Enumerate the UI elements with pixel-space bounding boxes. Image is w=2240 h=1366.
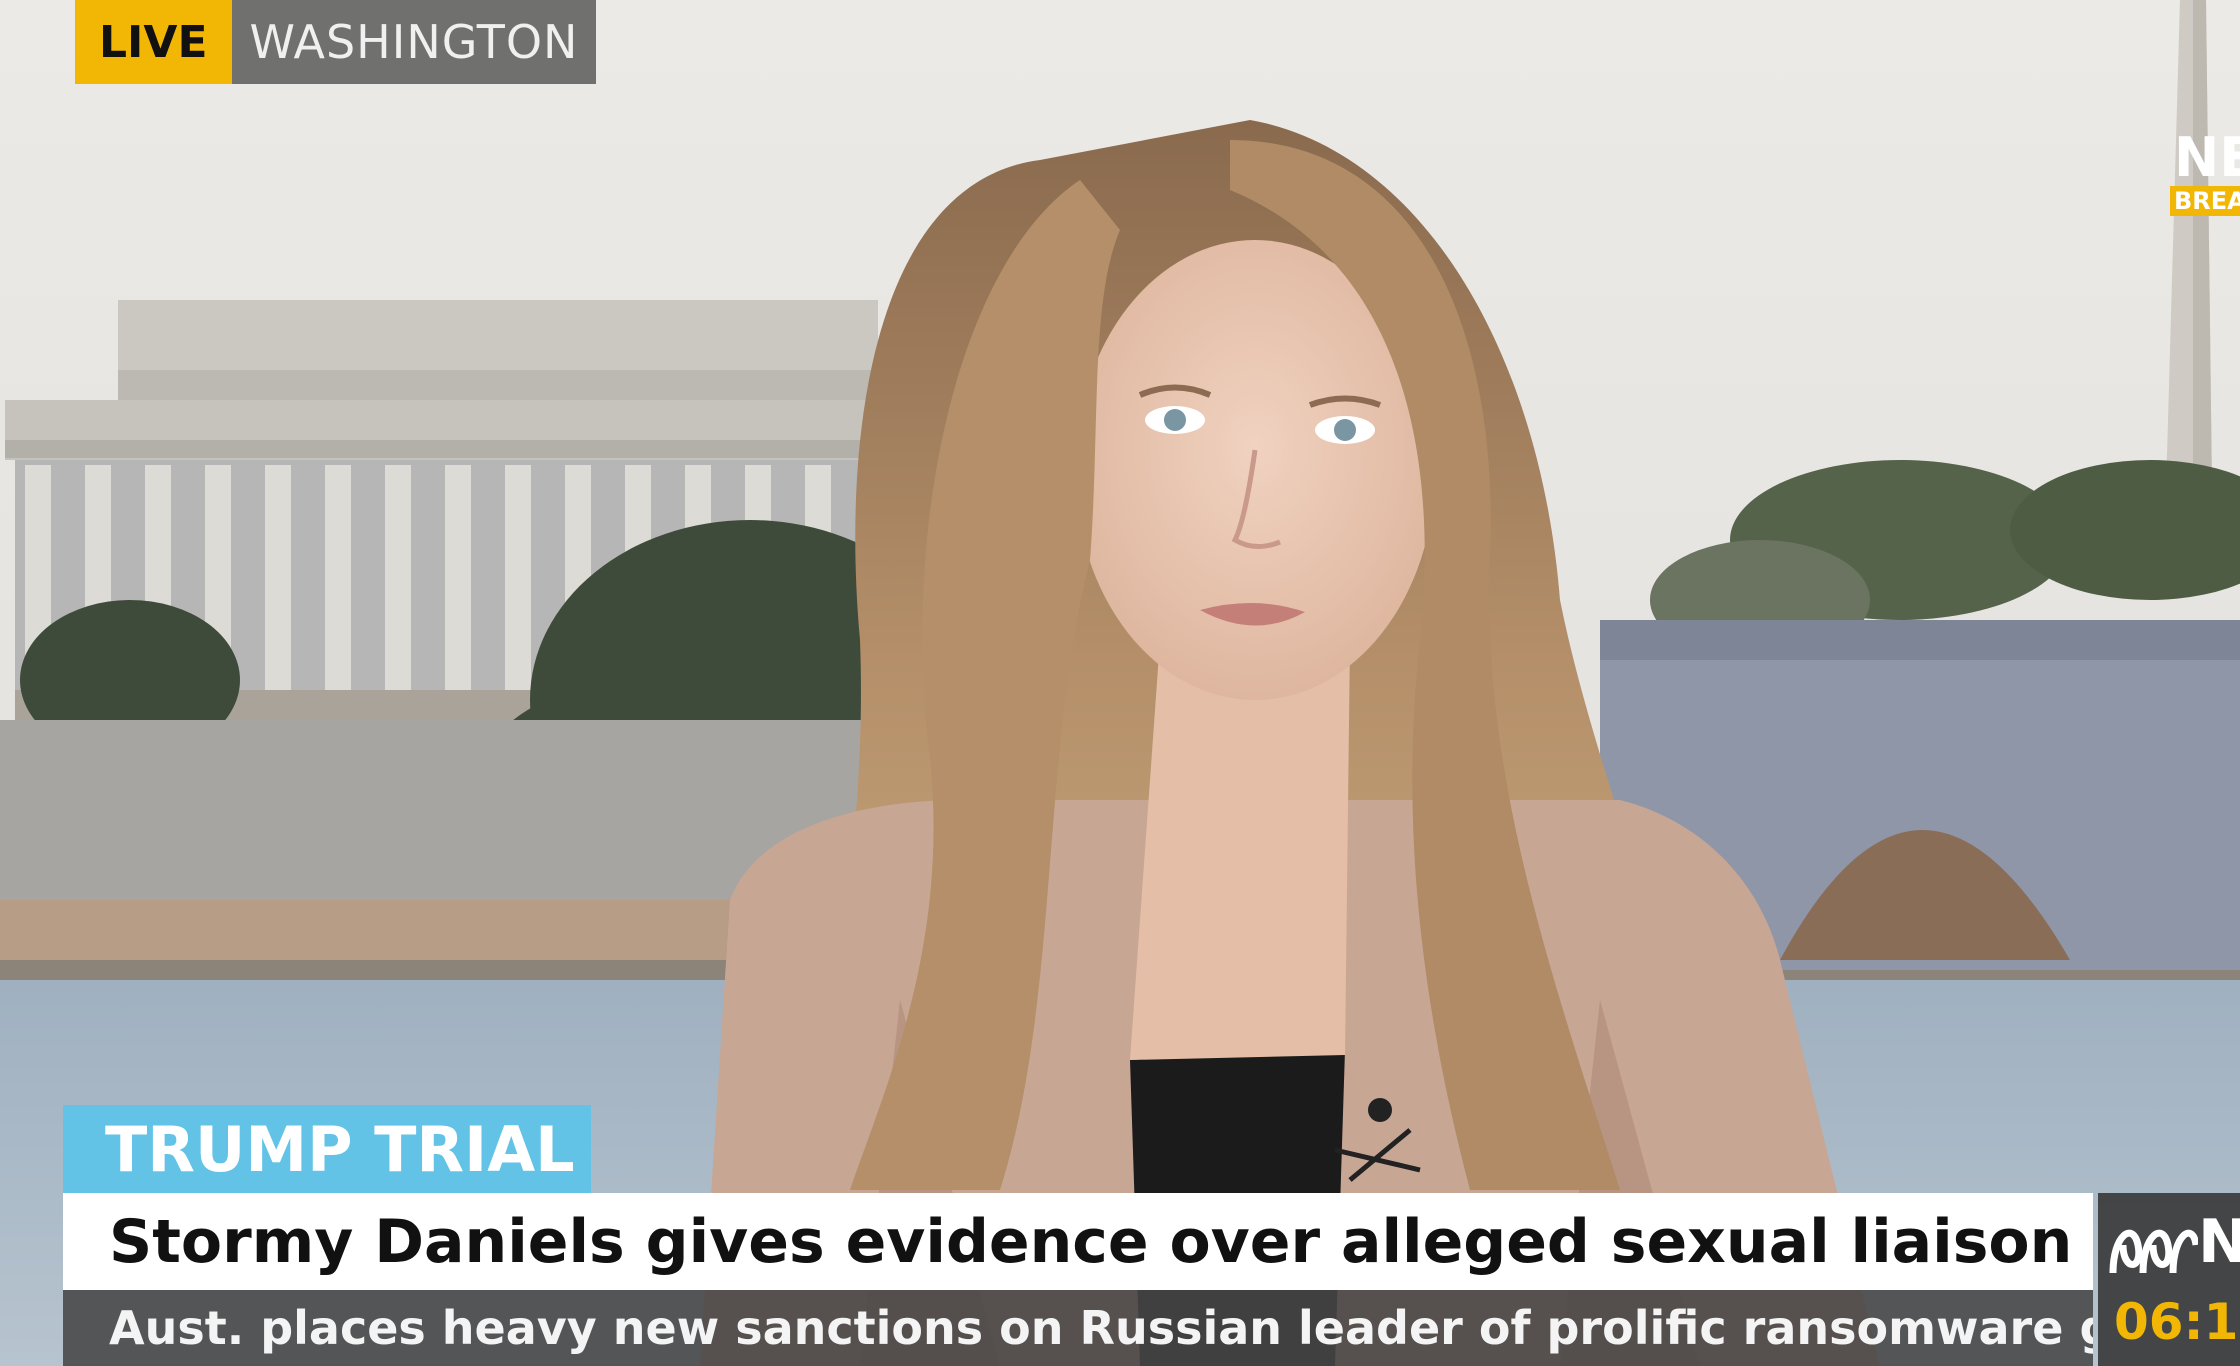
channel-name-fragment: N [2198, 1207, 2240, 1277]
live-badge: LIVE [75, 0, 232, 84]
news-ticker: Aust. places heavy new sanctions on Russ… [63, 1290, 2093, 1366]
location-label: WASHINGTON [231, 0, 597, 84]
topic-tag: TRUMP TRIAL [63, 1105, 591, 1193]
corner-logo-text: NE [2174, 130, 2240, 189]
clock: 06:19 [2114, 1293, 2240, 1351]
headline: Stormy Daniels gives evidence over alleg… [63, 1193, 2093, 1290]
channel-box: N 06:19 [2098, 1193, 2240, 1366]
live-location-bug: LIVE WASHINGTON [75, 0, 597, 84]
channel-corner-logo: NE BREA [2170, 130, 2240, 222]
corner-logo-tag: BREA [2170, 186, 2240, 216]
abc-logo-icon [2109, 1229, 2198, 1274]
